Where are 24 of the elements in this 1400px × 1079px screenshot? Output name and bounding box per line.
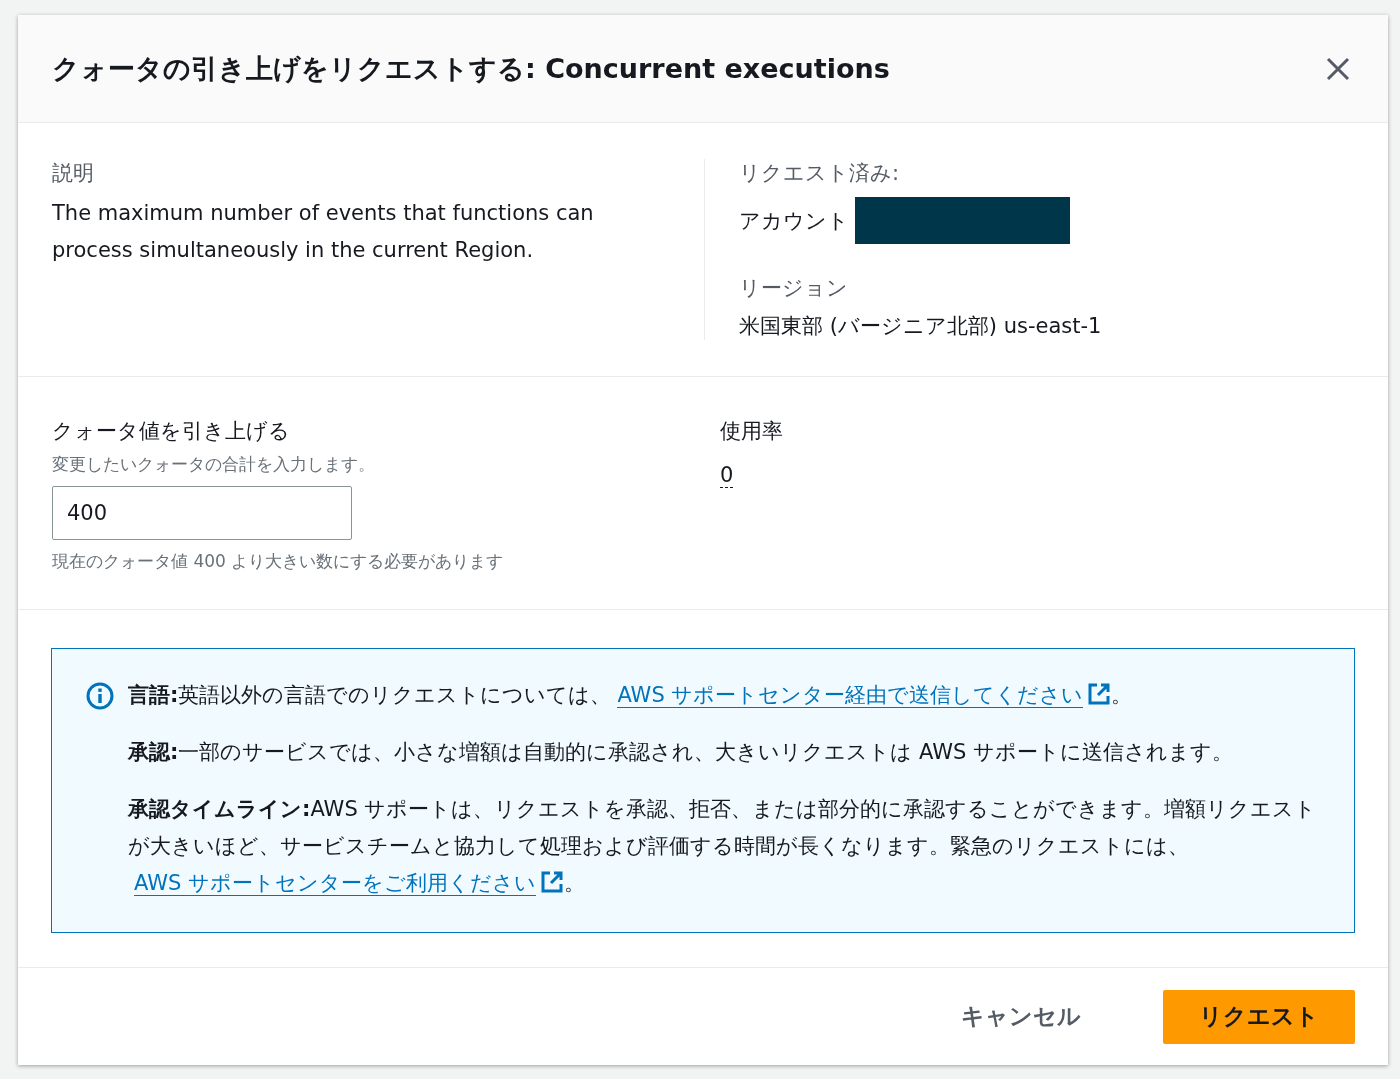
support-link[interactable]: AWS サポートセンター経由で送信してください: [617, 683, 1084, 708]
utilization-label: 使用率: [720, 418, 784, 445]
increase-label: クォータ値を引き上げる: [52, 418, 291, 445]
support-link[interactable]: AWS サポートセンターをご利用ください: [134, 871, 536, 896]
dialog-title: クォータの引き上げをリクエストする: Concurrent executions: [52, 51, 890, 86]
external-link-icon: [1087, 682, 1112, 706]
account-label: アカウント: [739, 207, 849, 235]
region-value: 米国東部 (バージニア北部) us-east-1: [739, 313, 1102, 340]
info-paragraph: 承認:一部のサービスでは、小さな増額は自動的に承認され、大きいリクエストは AWS サポートに送信されます。: [128, 739, 1235, 766]
cancel-button[interactable]: キャンセル: [925, 989, 1117, 1044]
close-icon: [1326, 56, 1350, 81]
request-button[interactable]: リクエスト: [1163, 989, 1355, 1044]
description-label: 説明: [52, 160, 95, 187]
region-label: リージョン: [739, 275, 849, 302]
quota-value-input[interactable]: 400: [52, 486, 352, 540]
utilization-value[interactable]: 0: [720, 463, 734, 488]
requested-label: リクエスト済み:: [739, 160, 901, 187]
info-paragraph: 言語:英語以外の言語でのリクエストについては、 AWS サポートセンター経由で送信してください 。: [128, 681, 1134, 710]
description-text: The maximum number of events that functions can process simultaneously in the current Region.: [52, 200, 595, 264]
info-icon: [86, 682, 114, 710]
increase-description: 変更したいクォータの合計を入力します。: [52, 453, 376, 476]
external-link-icon: [540, 870, 564, 894]
constraint-text: 現在のクォータ値 400 より大きい数にする必要があります: [52, 550, 505, 573]
info-paragraph: 承認タイムライン:AWS サポートは、リクエストを承認、拒否、または部分的に承認することができます。増額リクエストが大きいほど、サービスチームと協力して処理および評価する時間が長くなります。緊急のリクエストには、 AWS サポートセンターをご利用ください 。: [128, 796, 1318, 898]
